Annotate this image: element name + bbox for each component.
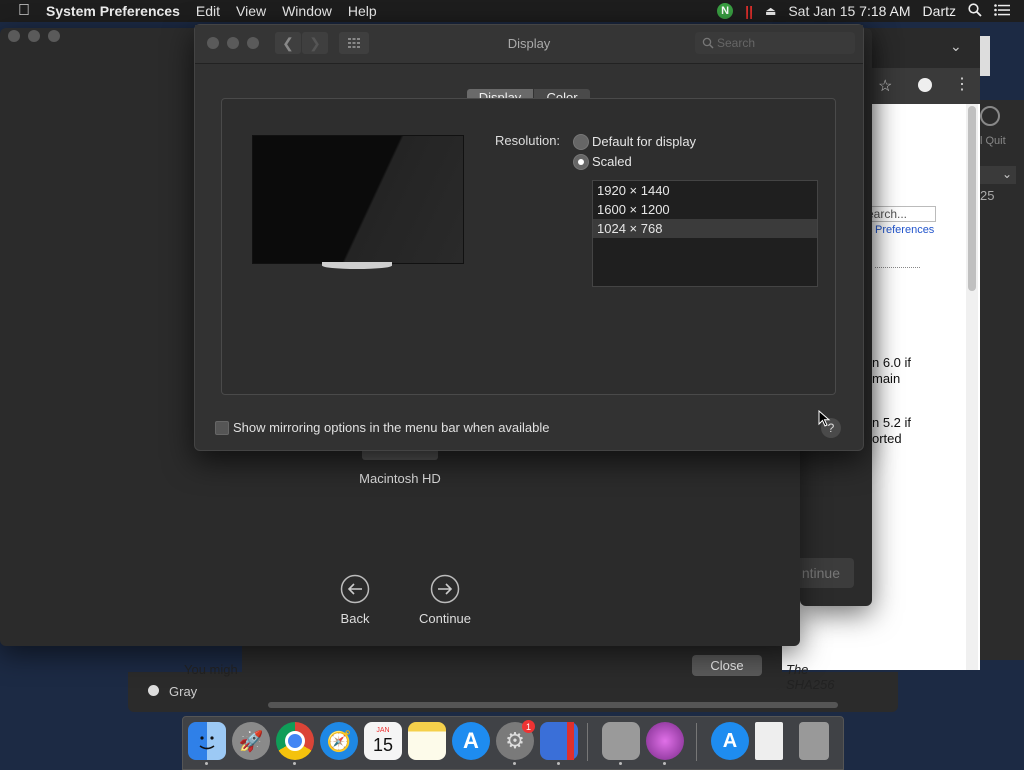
mirroring-checkbox[interactable]	[215, 421, 229, 435]
resolution-option-selected[interactable]: 1024 × 768	[593, 219, 817, 238]
menu-datetime[interactable]: Sat Jan 15 7:18 AM	[788, 3, 910, 19]
quit-label: l Quit	[980, 135, 1006, 147]
back-label: Back	[340, 611, 370, 626]
search-placeholder: Search	[717, 36, 756, 50]
safari-icon[interactable]: 🧭	[320, 722, 358, 760]
resolution-option[interactable]: 1920 × 1440	[593, 181, 817, 200]
dialog-text: You migh	[184, 662, 238, 677]
resolution-option[interactable]: 1600 × 1200	[593, 200, 817, 219]
mirroring-label: Show mirroring options in the menu bar w…	[233, 420, 550, 435]
page-text: n 5.2 if	[872, 415, 912, 430]
parallels-status-icon[interactable]: ||	[745, 3, 753, 19]
zoom-traffic-light[interactable]	[48, 30, 60, 42]
continue-label: Continue	[418, 611, 472, 626]
apple-menu-icon[interactable]: 	[0, 2, 38, 20]
chevron-down-icon[interactable]: ⌄	[950, 38, 962, 55]
page-text: n 6.0 if	[872, 355, 912, 370]
back-nav-icon[interactable]: ❮	[275, 32, 301, 54]
more-menu-icon[interactable]: ⋮	[954, 74, 970, 94]
document-icon[interactable]	[755, 722, 783, 760]
menu-view[interactable]: View	[228, 3, 274, 19]
search-icon	[702, 37, 714, 49]
show-all-grid-icon[interactable]	[339, 32, 369, 54]
continue-partial-label: ntinue	[801, 565, 840, 581]
display-icon[interactable]	[540, 722, 578, 760]
notification-badge: 1	[522, 720, 535, 733]
eject-icon[interactable]: ⏏	[765, 4, 776, 18]
menu-user[interactable]: Dartz	[923, 3, 956, 19]
radio-scaled[interactable]	[573, 154, 589, 170]
radio-icon[interactable]	[148, 685, 159, 696]
n-status-icon[interactable]: N	[717, 3, 734, 19]
forward-nav-icon[interactable]: ❯	[302, 32, 328, 54]
dock-separator	[587, 723, 588, 761]
disk-utility-icon[interactable]	[602, 722, 640, 760]
radio-default-for-display[interactable]	[573, 134, 589, 150]
menu-app-name[interactable]: System Preferences	[38, 3, 188, 19]
menu-bar:  System Preferences Edit View Window He…	[0, 0, 1024, 22]
power-icon	[980, 106, 1000, 126]
forward-arrow-icon	[430, 574, 460, 604]
display-preferences-window: ❮ ❯ Display Search Display Color Resolut…	[194, 24, 864, 451]
menu-edit[interactable]: Edit	[188, 3, 228, 19]
notes-icon[interactable]	[408, 722, 446, 760]
bookmark-star-icon[interactable]: ☆	[878, 76, 892, 96]
menu-help[interactable]: Help	[340, 3, 385, 19]
horizontal-scrollbar[interactable]	[268, 702, 838, 708]
close-traffic-light[interactable]	[8, 30, 20, 42]
trash-icon[interactable]	[799, 722, 829, 760]
minimize-traffic-light[interactable]	[227, 37, 239, 49]
menu-window[interactable]: Window	[274, 3, 340, 19]
zoom-traffic-light[interactable]	[247, 37, 259, 49]
dock: 🚀 🧭 JAN 15 A ⚙ 1 A	[182, 716, 844, 770]
search-field[interactable]: Search	[695, 32, 855, 54]
scrollbar[interactable]	[966, 104, 978, 670]
calendar-day: 15	[372, 735, 394, 755]
app-store-downloads-icon[interactable]: A	[711, 722, 749, 760]
page-search-placeholder: earch...	[867, 207, 908, 221]
background-dialog: You migh The SHA256 Close	[184, 640, 834, 692]
divider	[875, 267, 920, 268]
resolution-list[interactable]: 1920 × 1440 1600 × 1200 1024 × 768	[592, 180, 818, 287]
finder-icon[interactable]	[188, 722, 226, 760]
mouse-cursor-icon	[818, 410, 831, 427]
calendar-icon[interactable]: JAN 15	[364, 722, 402, 760]
background-window-strip: l Quit ⌄ 25	[980, 100, 1024, 660]
window-titlebar: ❮ ❯ Display Search	[195, 25, 863, 64]
dialog-text: The SHA256	[786, 662, 835, 692]
page-text: main	[872, 371, 901, 386]
notification-center-icon[interactable]	[994, 3, 1010, 19]
gray-label: Gray	[169, 684, 198, 699]
back-button[interactable]: Back	[325, 574, 385, 626]
resolution-label: Resolution:	[495, 133, 561, 148]
close-button[interactable]: Close	[692, 655, 762, 676]
minimize-traffic-light[interactable]	[28, 30, 40, 42]
back-arrow-icon	[340, 574, 370, 604]
app-store-icon[interactable]: A	[452, 722, 490, 760]
installer-icon[interactable]	[646, 722, 684, 760]
dock-separator	[696, 723, 697, 761]
spotlight-search-icon[interactable]	[968, 2, 982, 20]
dropdown[interactable]: ⌄	[980, 166, 1016, 184]
option-default-label: Default for display	[592, 134, 697, 149]
page-search-input[interactable]: earch...	[864, 206, 936, 222]
calendar-month: JAN	[376, 727, 390, 734]
window-title: Display	[507, 36, 551, 51]
launchpad-icon[interactable]: 🚀	[232, 722, 270, 760]
preferences-link[interactable]: Preferences	[875, 224, 934, 236]
option-scaled-label: Scaled	[592, 154, 632, 169]
number-label: 25	[980, 188, 995, 203]
display-stand-icon	[322, 262, 392, 269]
chrome-icon[interactable]	[276, 722, 314, 760]
continue-button[interactable]: Continue	[410, 574, 480, 626]
continue-button-partial[interactable]: ntinue	[800, 558, 854, 588]
page-text: orted	[872, 431, 902, 446]
profile-icon[interactable]	[918, 78, 932, 92]
disk-label: Macintosh HD	[359, 471, 441, 486]
display-preview-image	[252, 135, 464, 264]
close-traffic-light[interactable]	[207, 37, 219, 49]
